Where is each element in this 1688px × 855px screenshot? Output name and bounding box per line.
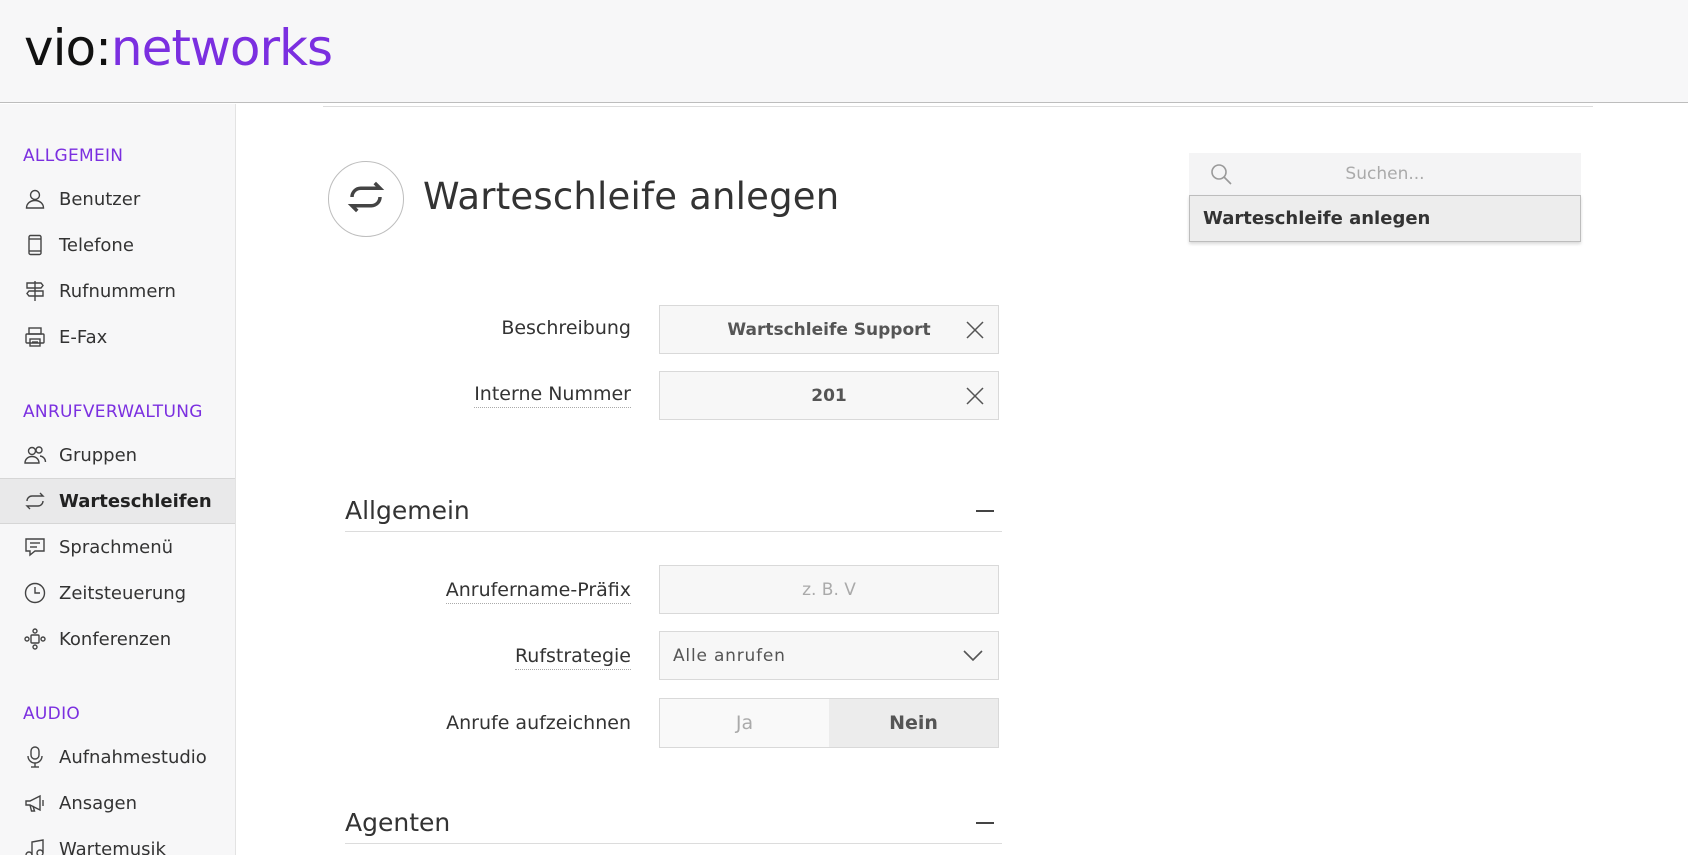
aufzeichnen-label: Anrufe aufzeichnen <box>446 712 631 734</box>
logo-part1: vio: <box>24 19 112 77</box>
search-suggestion[interactable]: Warteschleife anlegen <box>1189 195 1581 242</box>
music-icon <box>23 837 47 855</box>
toggle-option-nein[interactable]: Nein <box>829 699 998 747</box>
logo[interactable]: vio:networks <box>24 16 333 80</box>
sidebar-item-benutzer[interactable]: Benutzer <box>0 176 235 222</box>
sidebar-section-audio: AUDIO <box>23 704 81 724</box>
printer-icon <box>23 325 47 349</box>
sidebar-item-label: Benutzer <box>59 188 141 210</box>
sidebar-item-wartemusik[interactable]: Wartemusik <box>0 826 235 855</box>
praefix-placeholder: z. B. V <box>802 579 856 600</box>
sidebar-item-telefone[interactable]: Telefone <box>0 222 235 268</box>
sidebar-item-zeitsteuerung[interactable]: Zeitsteuerung <box>0 570 235 616</box>
sidebar: ALLGEMEIN Benutzer Telefone Rufnummern E… <box>0 104 236 855</box>
search-icon <box>1209 162 1233 186</box>
beschreibung-field[interactable]: Wartschleife Support <box>659 305 999 354</box>
aufzeichnen-toggle: Ja Nein <box>659 698 999 748</box>
sidebar-item-label: Telefone <box>59 234 134 256</box>
logo-part2: networks <box>110 19 333 77</box>
sidebar-item-label: Sprachmenü <box>59 536 174 558</box>
sidebar-item-label: Aufnahmestudio <box>59 746 207 768</box>
megaphone-icon <box>23 791 47 815</box>
top-divider <box>323 106 1593 107</box>
page-title: Warteschleife anlegen <box>423 175 840 218</box>
praefix-label: Anrufername-Präfix <box>445 579 631 604</box>
phone-icon <box>23 233 47 257</box>
collapse-icon[interactable] <box>976 822 994 824</box>
rufstrategie-value: Alle anrufen <box>673 645 786 666</box>
sidebar-item-label: Ansagen <box>59 792 138 814</box>
section-agenten[interactable]: Agenten <box>345 808 1002 844</box>
clear-icon[interactable] <box>964 319 986 341</box>
section-title: Allgemein <box>345 496 470 525</box>
sidebar-section-allgemein: ALLGEMEIN <box>23 146 124 166</box>
sidebar-item-gruppen[interactable]: Gruppen <box>0 432 235 478</box>
sidebar-item-label: Warteschleifen <box>59 490 212 512</box>
signpost-icon <box>23 279 47 303</box>
page-icon-circle <box>328 161 404 237</box>
praefix-field[interactable]: z. B. V <box>659 565 999 614</box>
sidebar-item-label: Zeitsteuerung <box>59 582 187 604</box>
rufstrategie-select[interactable]: Alle anrufen <box>659 631 999 680</box>
sidebar-item-sprachmenue[interactable]: Sprachmenü <box>0 524 235 570</box>
toggle-option-ja[interactable]: Ja <box>660 699 829 747</box>
clock-icon <box>23 581 47 605</box>
collapse-icon[interactable] <box>976 510 994 512</box>
section-title: Agenten <box>345 808 451 837</box>
beschreibung-label: Beschreibung <box>501 317 631 339</box>
loop-icon <box>23 489 47 513</box>
search-box <box>1189 153 1581 195</box>
user-icon <box>23 187 47 211</box>
chevron-down-icon <box>962 647 984 665</box>
sidebar-section-anrufverwaltung: ANRUFVERWALTUNG <box>23 402 203 422</box>
app-header: vio:networks <box>0 0 1688 103</box>
interne-nummer-label: Interne Nummer <box>474 383 631 408</box>
sidebar-item-label: Konferenzen <box>59 628 172 650</box>
clear-icon[interactable] <box>964 385 986 407</box>
interne-nummer-value: 201 <box>811 385 847 406</box>
interne-nummer-field[interactable]: 201 <box>659 371 999 420</box>
beschreibung-value: Wartschleife Support <box>727 319 931 340</box>
sidebar-item-label: E-Fax <box>59 326 108 348</box>
sidebar-item-label: Rufnummern <box>59 280 176 302</box>
rufstrategie-label: Rufstrategie <box>514 645 631 670</box>
speech-icon <box>23 535 47 559</box>
sidebar-item-ansagen[interactable]: Ansagen <box>0 780 235 826</box>
sidebar-item-rufnummern[interactable]: Rufnummern <box>0 268 235 314</box>
sidebar-item-label: Wartemusik <box>59 838 166 855</box>
group-icon <box>23 443 47 467</box>
conference-icon <box>23 627 47 651</box>
sidebar-item-konferenzen[interactable]: Konferenzen <box>0 616 235 662</box>
sidebar-item-label: Gruppen <box>59 444 138 466</box>
sidebar-item-aufnahmestudio[interactable]: Aufnahmestudio <box>0 734 235 780</box>
microphone-icon <box>23 745 47 769</box>
search-input[interactable] <box>1189 153 1581 195</box>
section-allgemein[interactable]: Allgemein <box>345 496 1002 532</box>
sidebar-item-efax[interactable]: E-Fax <box>0 314 235 360</box>
sidebar-item-warteschleifen[interactable]: Warteschleifen <box>0 478 235 524</box>
loop-icon <box>345 176 387 222</box>
